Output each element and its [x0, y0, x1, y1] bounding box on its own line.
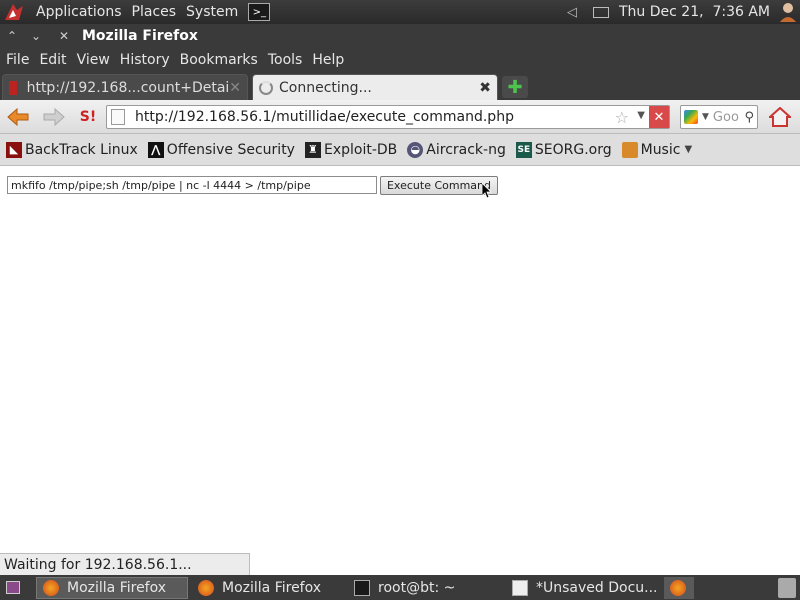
tab-bar: http://192.168...count+Details ✕ Connect…: [0, 72, 800, 100]
menu-applications[interactable]: Applications: [36, 4, 122, 20]
task-firefox-3[interactable]: [664, 577, 694, 599]
backtrack-logo-icon[interactable]: [0, 0, 28, 24]
firefox-icon: [670, 580, 686, 596]
navigation-toolbar: S! http://192.168.56.1/mutillidae/execut…: [0, 100, 800, 134]
tab-account-details[interactable]: http://192.168...count+Details ✕: [2, 74, 248, 100]
bookmark-label: Offensive Security: [166, 141, 295, 158]
menu-bookmarks[interactable]: Bookmarks: [180, 52, 258, 68]
task-terminal[interactable]: root@bt: ~: [348, 577, 500, 599]
bookmarks-toolbar: ◣ BackTrack Linux ⋀ Offensive Security ♜…: [0, 134, 800, 166]
bookmark-folder-music[interactable]: Music ▼: [621, 141, 693, 158]
bookmark-exploit-db[interactable]: ♜ Exploit-DB: [304, 141, 398, 158]
back-icon[interactable]: [6, 106, 30, 128]
minimize-icon[interactable]: ⌃: [0, 24, 24, 48]
menu-system[interactable]: System: [186, 4, 238, 20]
task-label: root@bt: ~: [378, 580, 456, 596]
window-titlebar: ⌃ ⌄ ✕ Mozilla Firefox: [0, 24, 800, 48]
user-icon[interactable]: [776, 1, 800, 23]
search-dropdown-icon[interactable]: ▼: [702, 112, 709, 122]
terminal-launcher-icon[interactable]: >_: [248, 3, 271, 21]
maximize-icon[interactable]: ⌄: [24, 24, 48, 48]
terminal-icon: [354, 580, 370, 596]
mouse-cursor-icon: [482, 183, 492, 199]
offsec-bookmark-icon: ⋀: [147, 141, 164, 158]
bookmark-label: Exploit-DB: [323, 141, 398, 158]
bookmark-label: Music: [640, 141, 681, 158]
google-icon[interactable]: [684, 110, 698, 124]
task-label: Mozilla Firefox: [67, 580, 167, 596]
window-title: Mozilla Firefox: [82, 28, 198, 44]
task-gedit[interactable]: *Unsaved Docu...: [506, 577, 658, 599]
url-bar[interactable]: http://192.168.56.1/mutillidae/execute_c…: [106, 105, 670, 129]
bookmark-star-icon[interactable]: ☆: [615, 108, 629, 127]
page-content: Execute Command: [0, 167, 800, 553]
aircrack-bookmark-icon: ◒: [407, 141, 424, 158]
clock[interactable]: Thu Dec 21, 7:36 AM: [619, 4, 770, 20]
page-icon: [111, 109, 125, 125]
exploitdb-bookmark-icon: ♜: [304, 141, 321, 158]
menubar: File Edit View History Bookmarks Tools H…: [0, 48, 800, 72]
menu-history[interactable]: History: [120, 52, 170, 68]
task-label: *Unsaved Docu...: [536, 580, 658, 596]
close-window-icon[interactable]: ✕: [52, 24, 76, 48]
chevron-down-icon: ▼: [684, 144, 693, 155]
bookmark-seorg[interactable]: SE SEORG.org: [515, 141, 612, 158]
backtrack-bookmark-icon: ◣: [6, 141, 22, 158]
tab-label: http://192.168...count+Details: [26, 79, 230, 96]
menu-file[interactable]: File: [6, 52, 29, 68]
execute-command-button[interactable]: Execute Command: [380, 176, 498, 195]
folder-icon: [621, 141, 638, 158]
search-placeholder: Goo: [712, 109, 739, 125]
search-box[interactable]: ▼ Goo ⚲: [680, 105, 758, 129]
bookmark-label: BackTrack Linux: [25, 141, 138, 158]
top-panel: Applications Places System >_ ◁ Thu Dec …: [0, 0, 800, 24]
taskbar: Mozilla Firefox Mozilla Firefox root@bt:…: [0, 575, 800, 600]
trash-icon[interactable]: [778, 578, 796, 598]
task-firefox-1[interactable]: Mozilla Firefox: [36, 577, 188, 599]
magnifier-icon[interactable]: ⚲: [744, 110, 754, 125]
url-text[interactable]: http://192.168.56.1/mutillidae/execute_c…: [135, 109, 514, 125]
menu-places[interactable]: Places: [132, 4, 177, 20]
home-icon[interactable]: [768, 106, 792, 128]
menu-view[interactable]: View: [77, 52, 110, 68]
text-editor-icon: [512, 580, 528, 596]
firefox-icon: [43, 580, 59, 596]
stop-icon[interactable]: ✕: [649, 106, 669, 128]
menu-edit[interactable]: Edit: [39, 52, 66, 68]
search-engine-icon[interactable]: S!: [76, 106, 100, 128]
seorg-bookmark-icon: SE: [515, 141, 532, 158]
bookmark-label: SEORG.org: [534, 141, 612, 158]
firefox-icon: [198, 580, 214, 596]
bookmark-label: Aircrack-ng: [426, 141, 506, 158]
mail-icon[interactable]: [593, 6, 609, 18]
close-tab-icon[interactable]: ✕: [229, 80, 241, 96]
loading-spinner-icon: [259, 80, 273, 95]
bookmark-aircrack[interactable]: ◒ Aircrack-ng: [407, 141, 506, 158]
task-firefox-2[interactable]: Mozilla Firefox: [192, 577, 344, 599]
tab-favicon-icon: [9, 80, 17, 95]
volume-icon[interactable]: ◁: [567, 5, 577, 20]
bookmark-backtrack[interactable]: ◣ BackTrack Linux: [6, 141, 138, 158]
bookmark-offensive-security[interactable]: ⋀ Offensive Security: [147, 141, 295, 158]
task-label: Mozilla Firefox: [222, 580, 322, 596]
menu-help[interactable]: Help: [312, 52, 344, 68]
menu-tools[interactable]: Tools: [268, 52, 303, 68]
tab-connecting[interactable]: Connecting... ✖: [252, 74, 498, 100]
command-input[interactable]: [7, 176, 377, 194]
tab-label: Connecting...: [279, 79, 372, 96]
forward-icon[interactable]: [42, 106, 66, 128]
close-tab-icon[interactable]: ✖: [479, 80, 491, 96]
status-bar: Waiting for 192.168.56.1...: [0, 553, 250, 575]
show-desktop-icon[interactable]: [6, 581, 20, 594]
url-dropdown-icon[interactable]: ▼: [637, 110, 645, 121]
new-tab-button[interactable]: ✚: [502, 76, 528, 98]
